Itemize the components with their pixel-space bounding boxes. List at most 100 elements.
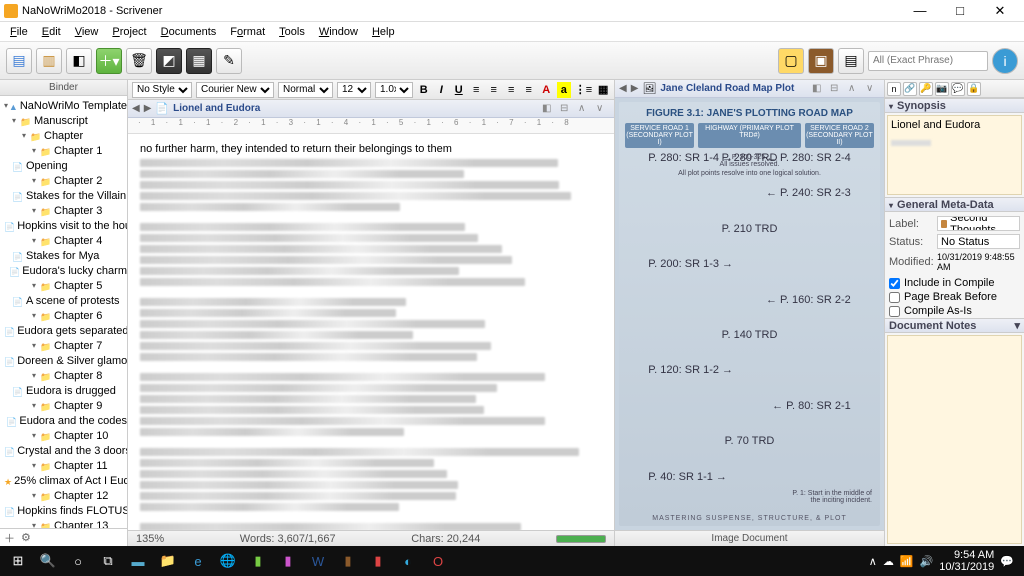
binder-item[interactable]: ▾Chapter 9 [0, 398, 127, 413]
italic-button[interactable]: I [435, 82, 449, 98]
table-button[interactable]: ▦ [597, 82, 611, 98]
list-button[interactable]: ⋮≡ [575, 82, 593, 98]
menu-project[interactable]: Project [106, 24, 152, 40]
menu-edit[interactable]: Edit [36, 24, 67, 40]
close-button[interactable]: ✕ [980, 3, 1020, 19]
menu-window[interactable]: Window [313, 24, 364, 40]
binder-item[interactable]: Eudora gets separated [0, 323, 127, 338]
binder-item[interactable]: Opening [0, 158, 127, 173]
system-tray[interactable]: ∧ ☁ 📶 🔊 9:54 AM 10/31/2019 💬 [869, 549, 1020, 573]
taskview-button[interactable]: ⧉ [94, 549, 122, 573]
synopsis-box[interactable]: Lionel and Eudora [887, 115, 1022, 195]
view-mode-1[interactable]: ▢ [778, 48, 804, 74]
binder-item[interactable]: ▾Chapter 3 [0, 203, 127, 218]
bold-button[interactable]: B [417, 82, 431, 98]
insp-tab-notes[interactable]: n [887, 82, 901, 96]
align-justify-button[interactable]: ≡ [522, 82, 536, 98]
ref-split-h[interactable]: ◧ [812, 83, 826, 94]
tray-notif-icon[interactable]: 💬 [1000, 555, 1014, 568]
document-notes-box[interactable] [887, 335, 1022, 544]
tb-edge[interactable]: e [184, 549, 212, 573]
menu-file[interactable]: File [4, 24, 34, 40]
binder-item[interactable]: ▾Chapter 2 [0, 173, 127, 188]
tray-cloud-icon[interactable]: ☁ [883, 555, 894, 568]
tb-app-5[interactable]: ▮ [364, 549, 392, 573]
binder-item[interactable]: Doreen & Silver glamour [0, 353, 127, 368]
nav-back-button[interactable]: ◀ [132, 103, 140, 114]
ref-nav-up[interactable]: ∧ [848, 83, 862, 94]
menu-tools[interactable]: Tools [273, 24, 311, 40]
corkboard-button[interactable]: ◩ [156, 48, 182, 74]
trash-button[interactable]: 🗑 [126, 48, 152, 74]
menu-help[interactable]: Help [366, 24, 401, 40]
binder-item[interactable]: ▾Chapter 7 [0, 338, 127, 353]
compile-asis-check[interactable]: Compile As-Is [885, 304, 1024, 318]
binder-item[interactable]: Stakes for Mya [0, 248, 127, 263]
maximize-button[interactable]: □ [940, 3, 980, 18]
insp-tab-snapshots[interactable]: 📷 [935, 82, 949, 96]
tray-wifi-icon[interactable]: 📶 [900, 555, 914, 568]
binder-item[interactable]: ▾Chapter 8 [0, 368, 127, 383]
text-color-button[interactable]: A [540, 82, 554, 98]
editor-body[interactable]: no further harm, they intended to return… [128, 134, 614, 530]
binder-item[interactable]: Crystal and the 3 doors [0, 443, 127, 458]
binder-item[interactable]: ▾Chapter 1 [0, 143, 127, 158]
align-center-button[interactable]: ≡ [487, 82, 501, 98]
meta-label-select[interactable]: Second Thoughts [937, 216, 1020, 231]
ref-nav-back[interactable]: ◀ [619, 83, 627, 94]
ref-split-v[interactable]: ⊟ [830, 83, 844, 94]
ref-nav-fwd[interactable]: ▶ [631, 83, 639, 94]
binder-item[interactable]: Eudora is drugged [0, 383, 127, 398]
nav-fwd-button[interactable]: ▶ [144, 103, 152, 114]
binder-item[interactable]: ▾Chapter 5 [0, 278, 127, 293]
binder-item[interactable]: ▾NaNoWriMo Template [0, 98, 127, 113]
binder-item[interactable]: ▾Chapter [0, 128, 127, 143]
underline-button[interactable]: U [452, 82, 466, 98]
nav-up-button[interactable]: ∧ [578, 103, 592, 114]
outliner-button[interactable]: ▦ [186, 48, 212, 74]
reference-body[interactable]: FIGURE 3.1: JANE'S PLOTTING ROAD MAP SER… [615, 98, 884, 530]
insp-tab-keywords[interactable]: 🔑 [919, 82, 933, 96]
zoom-select[interactable]: 1.0x [375, 82, 413, 98]
insp-tab-refs[interactable]: 🔗 [903, 82, 917, 96]
binder-item[interactable]: ▾Chapter 12 [0, 488, 127, 503]
insp-tab-lock[interactable]: 🔒 [967, 82, 981, 96]
variant-select[interactable]: Normal [278, 82, 333, 98]
tb-app-6[interactable]: ◐ [394, 549, 422, 573]
binder-item[interactable]: Eudora's lucky charm [0, 263, 127, 278]
binder-gear-icon[interactable]: ⚙ [21, 531, 31, 544]
tray-up-icon[interactable]: ∧ [869, 555, 877, 568]
style-select[interactable]: No Style [132, 82, 192, 98]
include-compile-check[interactable]: Include in Compile [885, 276, 1024, 290]
compose-button[interactable]: ✎ [216, 48, 242, 74]
font-select[interactable]: Courier New [196, 82, 274, 98]
tb-app-2[interactable]: ▮ [244, 549, 272, 573]
binder-item[interactable]: A scene of protests [0, 293, 127, 308]
collections-button[interactable]: ▥ [36, 48, 62, 74]
meta-header[interactable]: ▾General Meta-Data [885, 197, 1024, 212]
info-button[interactable]: i [992, 48, 1018, 74]
menu-format[interactable]: Format [224, 24, 271, 40]
binder-item[interactable]: Stakes for the Villain [0, 188, 127, 203]
binder-item[interactable]: ▾Chapter 13 [0, 518, 127, 528]
tb-chrome[interactable]: 🌐 [214, 549, 242, 573]
view-mode-3[interactable]: ▤ [838, 48, 864, 74]
binder-item[interactable]: ▾Chapter 4 [0, 233, 127, 248]
menu-view[interactable]: View [69, 24, 105, 40]
synopsis-header[interactable]: ▾Synopsis [885, 98, 1024, 113]
meta-status-select[interactable]: No Status [937, 234, 1020, 249]
binder-toggle-button[interactable]: ▤ [6, 48, 32, 74]
cortana-button[interactable]: ○ [64, 549, 92, 573]
start-button[interactable]: ⊞ [4, 549, 32, 573]
size-select[interactable]: 12 [337, 82, 371, 98]
binder-item[interactable]: Hopkins visit to the house [0, 218, 127, 233]
binder-item[interactable]: Eudora and the codes [0, 413, 127, 428]
insp-tab-comments[interactable]: 💬 [951, 82, 965, 96]
tb-word[interactable]: W [304, 549, 332, 573]
binder-item[interactable]: 25% climax of Act I Eudo… [0, 473, 127, 488]
zoom-label[interactable]: 135% [136, 533, 164, 545]
tb-app-4[interactable]: ▮ [334, 549, 362, 573]
binder-add-icon[interactable]: ＋ [4, 530, 15, 546]
binder-item[interactable]: Hopkins finds FLOTUS [0, 503, 127, 518]
minimize-button[interactable]: — [900, 3, 940, 18]
